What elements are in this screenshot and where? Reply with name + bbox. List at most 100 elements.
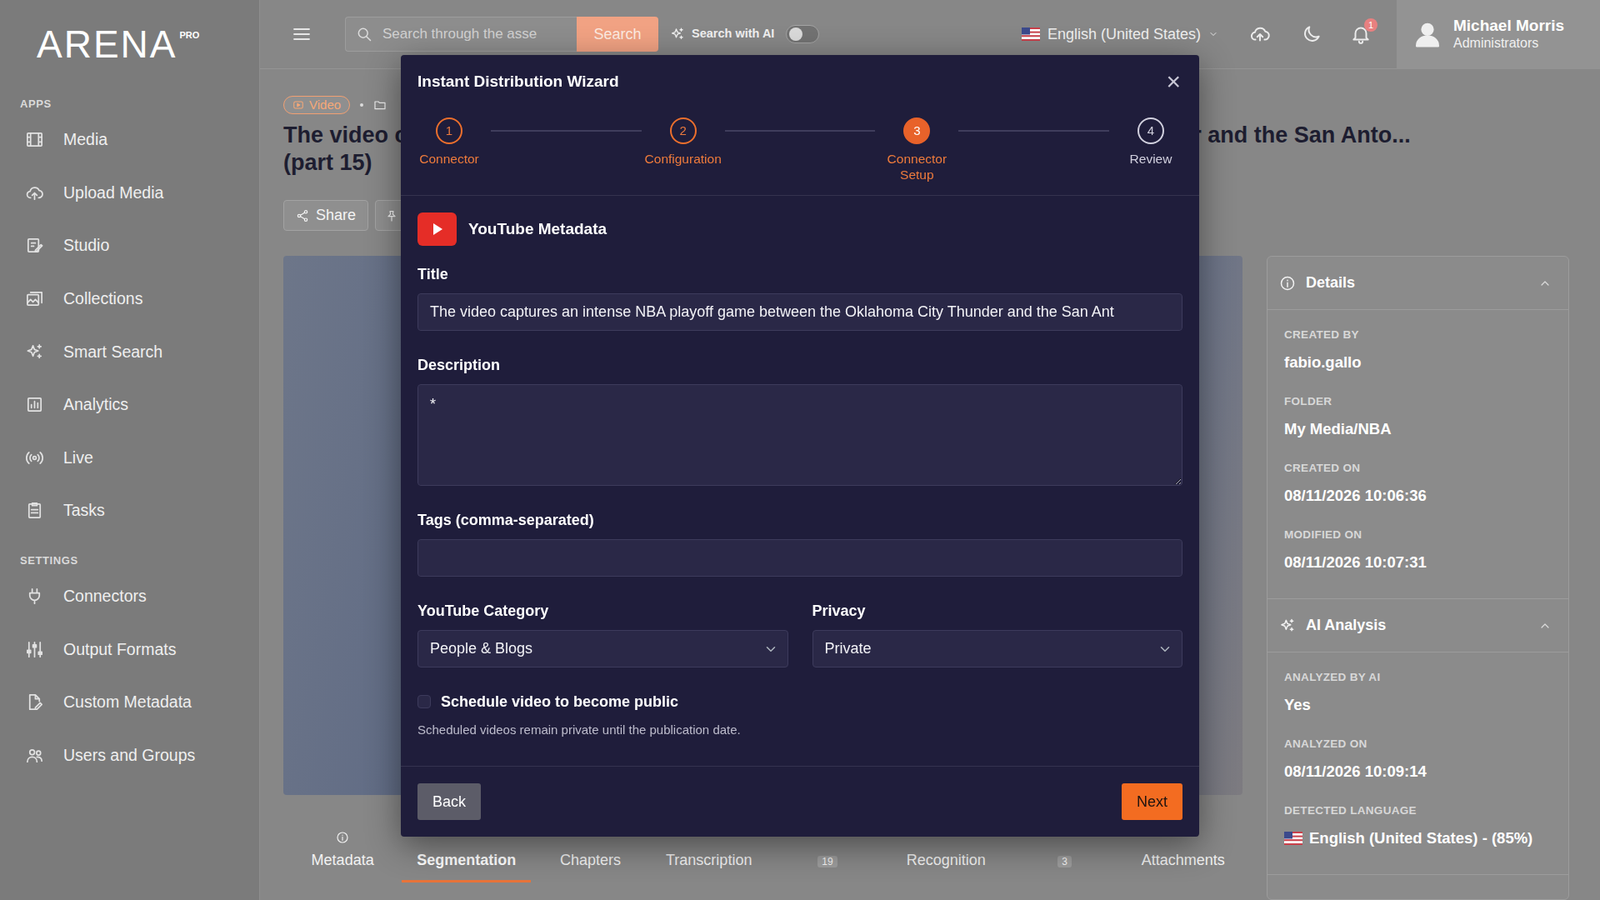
tab-count-badge: 3 — [1057, 855, 1072, 868]
tasks-icon — [25, 500, 45, 520]
tab-label: Chapters — [545, 851, 636, 883]
sidebar-item[interactable]: Collections — [0, 272, 260, 326]
description-input[interactable] — [417, 384, 1183, 486]
type-label: Video — [309, 95, 341, 115]
tags-input[interactable] — [417, 539, 1183, 577]
next-button[interactable]: Next — [1121, 783, 1183, 820]
category-select[interactable]: People & Blogs — [417, 630, 789, 668]
toggle-switch[interactable] — [785, 25, 820, 44]
section-title: YouTube Metadata — [468, 217, 607, 242]
stepper: 1Connector 2 Configuration 3Connector Setup… — [407, 117, 1193, 183]
schedule-help: Scheduled videos remain private until th… — [417, 722, 1183, 738]
sidebar-item[interactable]: Custom Metadata — [0, 675, 260, 730]
sidebar-item[interactable]: Analytics — [0, 378, 260, 432]
category-field: YouTube Category People & Blogs — [417, 601, 789, 668]
schedule-checkbox[interactable] — [417, 695, 431, 709]
sidebar-label: Media — [63, 127, 108, 152]
chart-icon — [25, 395, 45, 415]
field-label: YouTube Category — [417, 601, 789, 620]
wizard-body: YouTube MetadataTitleDescriptionTags (co… — [400, 195, 1200, 767]
sidebar-label: Analytics — [63, 392, 129, 417]
tab-label: Metadata — [296, 851, 390, 883]
details-section-header[interactable]: AI Analysis — [1267, 599, 1569, 653]
detail-field: FOLDERMy Media/NBA — [1284, 395, 1552, 439]
field-text: Yes — [1284, 695, 1311, 715]
document-icon — [25, 692, 45, 712]
moon-icon[interactable] — [1300, 23, 1323, 45]
sidebar-heading: SETTINGS — [0, 553, 260, 569]
tab-label: Segmentation — [401, 851, 531, 883]
sidebar-item[interactable]: Output Formats — [0, 622, 260, 676]
step[interactable]: 4Review — [1109, 117, 1193, 167]
description-field: Description — [417, 355, 1183, 486]
title-input[interactable] — [417, 293, 1183, 331]
sidebar-label: Connectors — [63, 584, 147, 609]
cloud-upload-icon[interactable] — [1249, 23, 1271, 45]
sparkle-icon — [1279, 617, 1296, 635]
step-number: 2 — [670, 117, 697, 145]
us-flag-icon — [1021, 27, 1040, 41]
field-text: 08/11/2026 10:06:36 — [1284, 486, 1427, 505]
sidebar-item[interactable]: Media — [0, 113, 260, 167]
field-text: My Media/NBA — [1284, 420, 1392, 439]
language-selector[interactable]: English (United States) — [1021, 23, 1219, 46]
sidebar-item[interactable]: Connectors — [0, 570, 260, 624]
sidebar-item[interactable]: Live — [0, 431, 260, 485]
step-label: Connector — [419, 150, 480, 167]
user-menu[interactable]: Michael MorrisAdministrators — [1396, 0, 1600, 70]
details-column: Details CREATED BYfabio.gallo FOLDERMy Med… — [1266, 255, 1570, 900]
search-icon — [355, 25, 373, 43]
separator-dot — [360, 103, 364, 107]
film-icon — [25, 130, 45, 150]
tags-field: Tags (comma-separated) — [417, 510, 1183, 577]
step-label: Configuration — [645, 150, 722, 167]
search-field[interactable]: Search through the asse — [345, 16, 577, 52]
chevron-icon — [1538, 619, 1552, 633]
bell-icon[interactable]: 1 — [1350, 23, 1372, 45]
field-text: 08/11/2026 10:09:14 — [1284, 762, 1427, 781]
field-value: fabio.gallo — [1284, 353, 1552, 372]
us-flag-icon — [1284, 831, 1303, 845]
share-icon — [295, 209, 310, 223]
details-section-header[interactable]: Details — [1267, 256, 1569, 310]
step[interactable]: 2 Configuration — [641, 117, 725, 167]
field-text: 08/11/2026 10:07:31 — [1284, 553, 1427, 572]
back-button[interactable]: Back — [417, 783, 481, 820]
sidebar-item[interactable]: Studio — [0, 219, 260, 273]
step[interactable]: 3Connector Setup — [875, 117, 959, 183]
close-button[interactable]: × — [1162, 71, 1185, 92]
caret-icon — [1208, 29, 1219, 40]
upload-icon — [25, 183, 45, 203]
sidebar-item[interactable]: Users and Groups — [0, 729, 260, 783]
detail-field: CREATED BYfabio.gallo — [1284, 328, 1552, 372]
sparkle-icon — [670, 26, 685, 42]
sidebar-item[interactable]: Upload Media — [0, 166, 260, 220]
edition-label: PRO — [179, 28, 200, 43]
live-icon — [25, 448, 45, 468]
menu-icon[interactable] — [291, 24, 312, 45]
sidebar-item[interactable]: Smart Search — [0, 325, 260, 379]
step-number: 3 — [903, 117, 930, 145]
share-button[interactable]: Share — [283, 200, 369, 231]
privacy-select[interactable]: Private — [812, 630, 1184, 668]
sidebar-list: Media Upload MediaStudioCollectionsSmart … — [0, 113, 260, 538]
language-label: English (United States) — [1047, 23, 1201, 46]
sparkle-icon — [25, 342, 45, 362]
studio-icon — [25, 235, 45, 255]
field-text: fabio.gallo — [1284, 353, 1362, 372]
wizard-header: Instant Distribution Wizard× 1Connector 2 C… — [400, 55, 1200, 196]
tab-count-badge: 19 — [817, 855, 837, 868]
field-label: Description — [417, 355, 1183, 375]
ai-search-toggle[interactable]: Search with AI — [670, 25, 820, 44]
sidebar-item[interactable]: Tasks — [0, 484, 260, 538]
search-button[interactable]: Search — [576, 16, 659, 52]
logo[interactable]: ARENAPRO — [0, 0, 260, 97]
tab[interactable]: Metadata — [283, 795, 402, 883]
user-name: Michael Morris — [1453, 16, 1565, 35]
sidebar-label: Tasks — [63, 498, 105, 523]
details-section-body: ANALYZED BY AIYesANALYZED ON08/11/2026 1… — [1267, 652, 1569, 875]
wizard-title-row: Instant Distribution Wizard× — [417, 71, 1183, 92]
step[interactable]: 1Connector — [407, 117, 491, 167]
info-icon — [335, 830, 350, 845]
field-value: 08/11/2026 10:06:36 — [1284, 486, 1552, 505]
